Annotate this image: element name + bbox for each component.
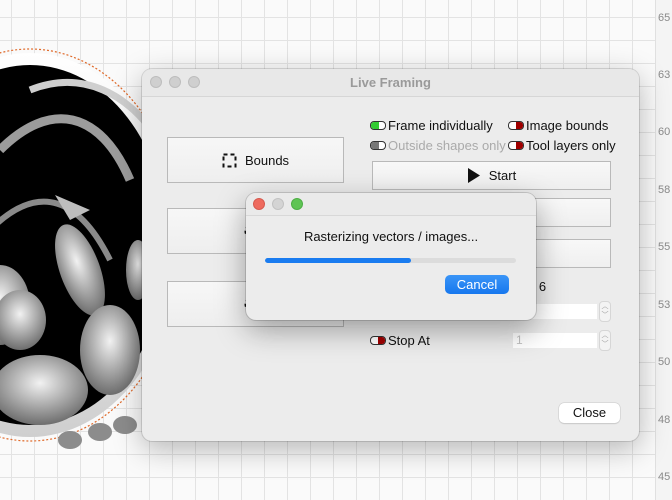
bounds-button[interactable]: Bounds (167, 137, 344, 183)
stop-at-field[interactable]: 1 (512, 332, 598, 349)
toggle-switch-disabled[interactable] (370, 141, 386, 150)
dialog-titlebar[interactable] (246, 193, 536, 216)
close-button[interactable]: Close (559, 403, 620, 423)
bounds-button-label: Bounds (244, 152, 290, 168)
window-title: Live Framing (350, 75, 431, 90)
chevron-down-icon[interactable]: ﹀ (600, 311, 610, 320)
stop-at-stepper[interactable]: ︿ ﹀ (599, 330, 611, 351)
dialog-message: Rasterizing vectors / images... (303, 229, 479, 244)
speed-stepper[interactable]: ︿ ﹀ (599, 301, 611, 322)
toggle-label: Outside shapes only (388, 138, 506, 153)
toggle-tool-layers-only[interactable]: Tool layers only (508, 138, 616, 153)
toggle-label: Tool layers only (526, 138, 616, 153)
ruler-label: 53 (658, 299, 671, 311)
toggle-switch-off[interactable] (508, 121, 524, 130)
ruler-label: 58 (658, 184, 671, 196)
ruler-label: 65 (658, 12, 671, 24)
ruler-label: 50 (658, 356, 671, 368)
toggle-label: Frame individually (388, 118, 493, 133)
toggle-switch-off[interactable] (508, 141, 524, 150)
ruler-label: 48 (658, 414, 671, 426)
toggle-frame-individually[interactable]: Frame individually (370, 118, 493, 133)
dialog-zoom-button[interactable] (291, 198, 303, 210)
dialog-close-button[interactable] (253, 198, 265, 210)
dialog-minimize-button[interactable] (272, 198, 284, 210)
ruler-label: 45 (658, 471, 671, 483)
dashed-square-icon (222, 153, 237, 167)
toggle-switch-on[interactable] (370, 121, 386, 130)
toggle-outside-shapes-only[interactable]: Outside shapes only (370, 138, 506, 153)
start-button[interactable]: Start (372, 161, 611, 190)
ruler-label: 63 (658, 69, 671, 81)
chevron-up-icon[interactable]: ︿ (600, 331, 610, 340)
ruler-label: 60 (658, 126, 671, 138)
toggle-switch-off[interactable] (370, 336, 386, 345)
toggle-stop-at[interactable]: Stop At (370, 333, 430, 348)
toggle-label: Stop At (388, 333, 430, 348)
play-icon (467, 168, 480, 183)
progress-fill (265, 258, 411, 263)
vertical-ruler: 65 63 60 58 55 53 50 48 45 (655, 0, 672, 500)
start-label: Start (488, 168, 517, 183)
toggle-image-bounds[interactable]: Image bounds (508, 118, 608, 133)
chevron-down-icon[interactable]: ﹀ (600, 340, 610, 349)
window-titlebar[interactable]: Live Framing (142, 69, 639, 97)
progress-bar (265, 258, 516, 263)
ruler-label: 55 (658, 241, 671, 253)
cancel-button[interactable]: Cancel (445, 275, 509, 294)
progress-dialog: Rasterizing vectors / images... Cancel (246, 193, 536, 320)
chevron-up-icon[interactable]: ︿ (600, 302, 610, 311)
toggle-label: Image bounds (526, 118, 609, 133)
